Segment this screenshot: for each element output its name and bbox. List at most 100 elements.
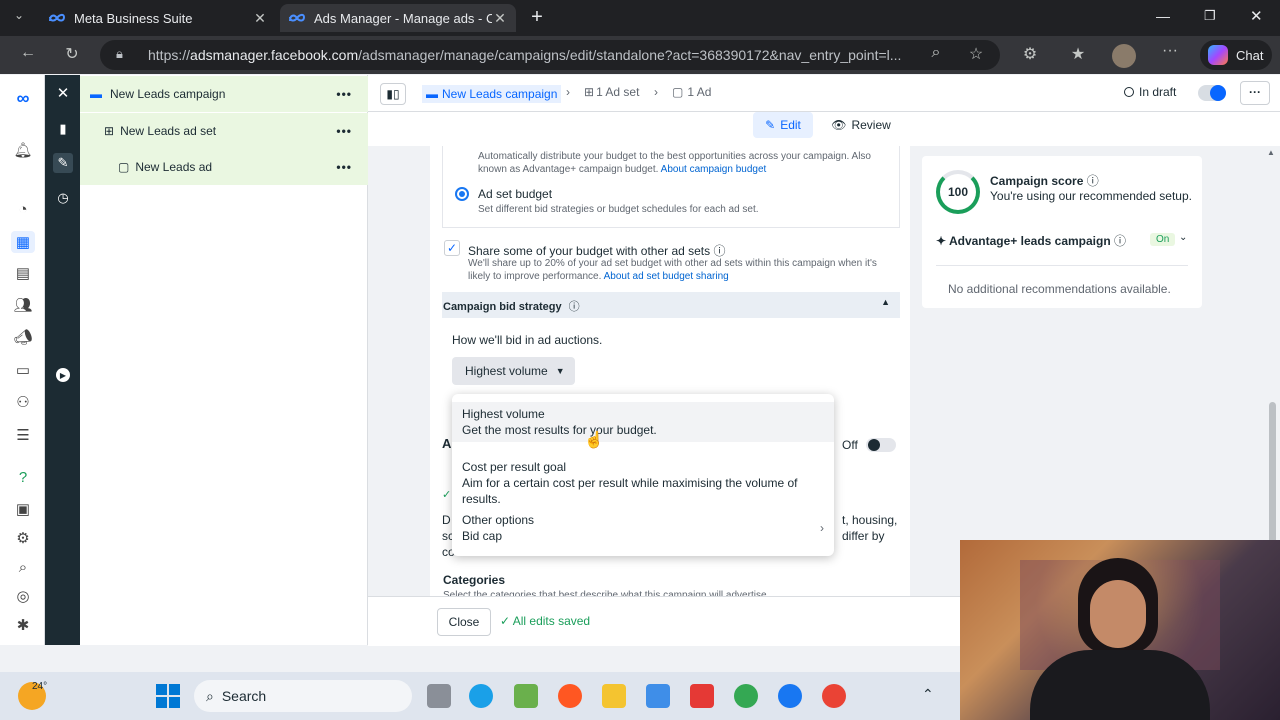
score-value: 100 — [947, 185, 969, 199]
about-campaign-budget-link[interactable]: About campaign budget — [661, 164, 767, 175]
store-icon[interactable] — [646, 684, 670, 708]
main-scrollbar[interactable]: ▲ — [1266, 146, 1280, 596]
option-other-options[interactable]: Other options Bid cap › — [452, 508, 834, 548]
chevron-up-icon[interactable]: ▲ — [881, 297, 890, 307]
score-description: You're using our recommended setup. — [990, 189, 1192, 203]
breadcrumb-ad[interactable]: ▢ 1 Ad — [672, 85, 711, 99]
profile-avatar[interactable] — [1112, 44, 1136, 68]
reports-icon[interactable]: ▤ — [11, 262, 35, 284]
edit-label: Edit — [780, 118, 801, 132]
meta-logo-icon — [48, 9, 66, 27]
draft-status-icon — [1124, 87, 1134, 97]
adset-budget-radio[interactable] — [455, 187, 469, 201]
audiences-icon[interactable]: 👥︎ — [11, 294, 35, 316]
taskbar-search[interactable]: ⌕ Search — [194, 680, 412, 712]
share-budget-checkbox[interactable]: ✓ — [444, 240, 460, 256]
edit-tab[interactable]: ✎ Edit — [753, 112, 813, 138]
scroll-up-icon[interactable]: ▲ — [1267, 148, 1275, 157]
app-icon[interactable] — [514, 684, 538, 708]
more-options-icon[interactable]: ••• — [336, 87, 352, 101]
tree-item-ad[interactable]: ▢ New Leads ad ••• — [80, 149, 368, 185]
more-options-button[interactable]: ··· — [1240, 81, 1270, 105]
lock-icon: 🔒︎ — [116, 46, 123, 61]
option-cost-per-result[interactable]: Cost per result goal Aim for a certain c… — [452, 455, 834, 511]
new-tab-icon[interactable]: + — [526, 6, 548, 28]
bug-report-icon[interactable]: ✱ — [11, 614, 35, 636]
favorites-icon[interactable]: ★ — [1066, 44, 1090, 64]
feedback-icon[interactable]: ◎ — [11, 585, 35, 607]
help-icon[interactable]: ? — [11, 466, 35, 488]
extensions-icon[interactable]: ⚙ — [1018, 44, 1042, 64]
favorite-star-icon[interactable]: ☆ — [964, 44, 988, 64]
breadcrumb-label: 1 Ad set — [596, 85, 640, 99]
accounts-icon[interactable]: ⚇ — [11, 391, 35, 413]
windows-start-icon[interactable] — [156, 684, 180, 708]
zoom-icon[interactable]: ⌕ — [924, 44, 948, 62]
advantage-label: Advantage+ leads campaign — [948, 234, 1111, 248]
history-icon[interactable]: ◷ — [53, 188, 73, 208]
copilot-chat-button[interactable]: Chat — [1200, 40, 1272, 70]
score-gauge: 100 — [936, 170, 980, 214]
edge-browser-icon[interactable] — [469, 684, 493, 708]
settings-icon[interactable]: ⚙ — [11, 527, 35, 549]
billing-icon[interactable]: ▭ — [11, 359, 35, 381]
edit-pencil-icon[interactable]: ✎ — [53, 153, 73, 173]
tree-item-campaign[interactable]: ▬ New Leads campaign ••• — [80, 76, 368, 112]
file-explorer-icon[interactable] — [602, 684, 626, 708]
option-highest-volume[interactable]: Highest volume Get the most results for … — [452, 402, 834, 442]
restore-icon[interactable]: ❐ — [1204, 8, 1216, 24]
chevron-down-icon[interactable]: ⌄ — [1179, 232, 1187, 243]
score-title: Campaign score ⓘ — [990, 174, 1099, 188]
draft-toggle[interactable] — [1198, 85, 1226, 101]
pages-icon[interactable]: ▣ — [11, 498, 35, 520]
more-options-icon[interactable]: ••• — [336, 160, 352, 174]
close-tab-icon[interactable]: ✕ — [252, 10, 268, 27]
refresh-icon[interactable]: ↻ — [60, 44, 84, 64]
task-view-icon[interactable] — [427, 684, 451, 708]
more-options-icon[interactable]: ••• — [336, 124, 352, 138]
browser-toolbar: ← ↻ 🔒︎ https://adsmanager.facebook.com/a… — [0, 36, 1280, 74]
chart-icon[interactable]: ▮ — [53, 119, 73, 139]
minimize-icon[interactable]: — — [1156, 8, 1170, 24]
categories-title: Categories — [443, 573, 506, 587]
app-icon[interactable] — [558, 684, 582, 708]
tab-meta-business-suite[interactable]: Meta Business Suite ✕ — [40, 4, 276, 32]
breadcrumb-adset[interactable]: ⊞ 1 Ad set — [584, 85, 639, 99]
review-tab[interactable]: 👁︎ Review — [828, 112, 894, 138]
tab-ads-manager[interactable]: Ads Manager - Manage ads - Cam ✕ — [280, 4, 516, 32]
tree-item-adset[interactable]: ⊞ New Leads ad set ••• — [80, 113, 368, 149]
ab-test-toggle[interactable] — [866, 438, 896, 452]
close-window-icon[interactable]: ✕ — [1250, 7, 1263, 25]
about-budget-sharing-link[interactable]: About ad set budget sharing — [604, 271, 729, 282]
expand-chevron-icon[interactable]: ▶ — [56, 368, 70, 382]
more-menu-icon[interactable]: ··· — [1158, 42, 1182, 60]
facebook-icon[interactable] — [778, 684, 802, 708]
chrome-icon[interactable] — [734, 684, 758, 708]
advantage-leads-row[interactable]: ✦ Advantage+ leads campaign ⓘ — [936, 232, 1126, 249]
back-icon[interactable]: ← — [16, 44, 40, 62]
tray-chevron-icon[interactable]: ⌃ — [922, 686, 934, 703]
bid-strategy-menu: Highest volume Get the most results for … — [452, 394, 834, 556]
close-tab-icon[interactable]: ✕ — [492, 10, 508, 27]
dashboard-icon[interactable]: ◔ — [11, 198, 35, 220]
close-icon[interactable]: ✕ — [53, 83, 73, 103]
all-tools-icon[interactable]: ☰ — [11, 424, 35, 446]
campaigns-table-icon[interactable]: ▦ — [11, 231, 35, 253]
toggle-panel-icon[interactable]: ▮▯ — [380, 83, 406, 105]
close-button[interactable]: Close — [437, 608, 491, 636]
editor-top-bar: ▮▯ ▬ New Leads campaign › ⊞ 1 Ad set › ▢ 1 … — [368, 75, 1280, 112]
chrome-icon[interactable] — [822, 684, 846, 708]
check-circle-icon: ✓ — [442, 489, 452, 501]
advertising-icon[interactable]: 📣︎ — [11, 326, 35, 348]
tab-list-icon[interactable]: ⌄ — [8, 8, 30, 28]
option-description: Bid cap — [462, 529, 503, 543]
breadcrumb-campaign[interactable]: ▬ New Leads campaign — [422, 85, 562, 103]
bid-strategy-header[interactable]: Campaign bid strategy ⓘ ▲ — [442, 292, 900, 318]
search-icon[interactable]: ⌕ — [11, 556, 35, 578]
bid-how-text: How we'll bid in ad auctions. — [452, 333, 603, 347]
bid-strategy-dropdown[interactable]: Highest volume ▼ — [452, 357, 575, 385]
meta-logo-icon[interactable]: ∞ — [11, 87, 35, 109]
address-bar[interactable]: 🔒︎ https://adsmanager.facebook.com/adsma… — [100, 40, 1000, 70]
notifications-icon[interactable]: 🔔︎ — [11, 139, 35, 161]
wps-icon[interactable] — [690, 684, 714, 708]
